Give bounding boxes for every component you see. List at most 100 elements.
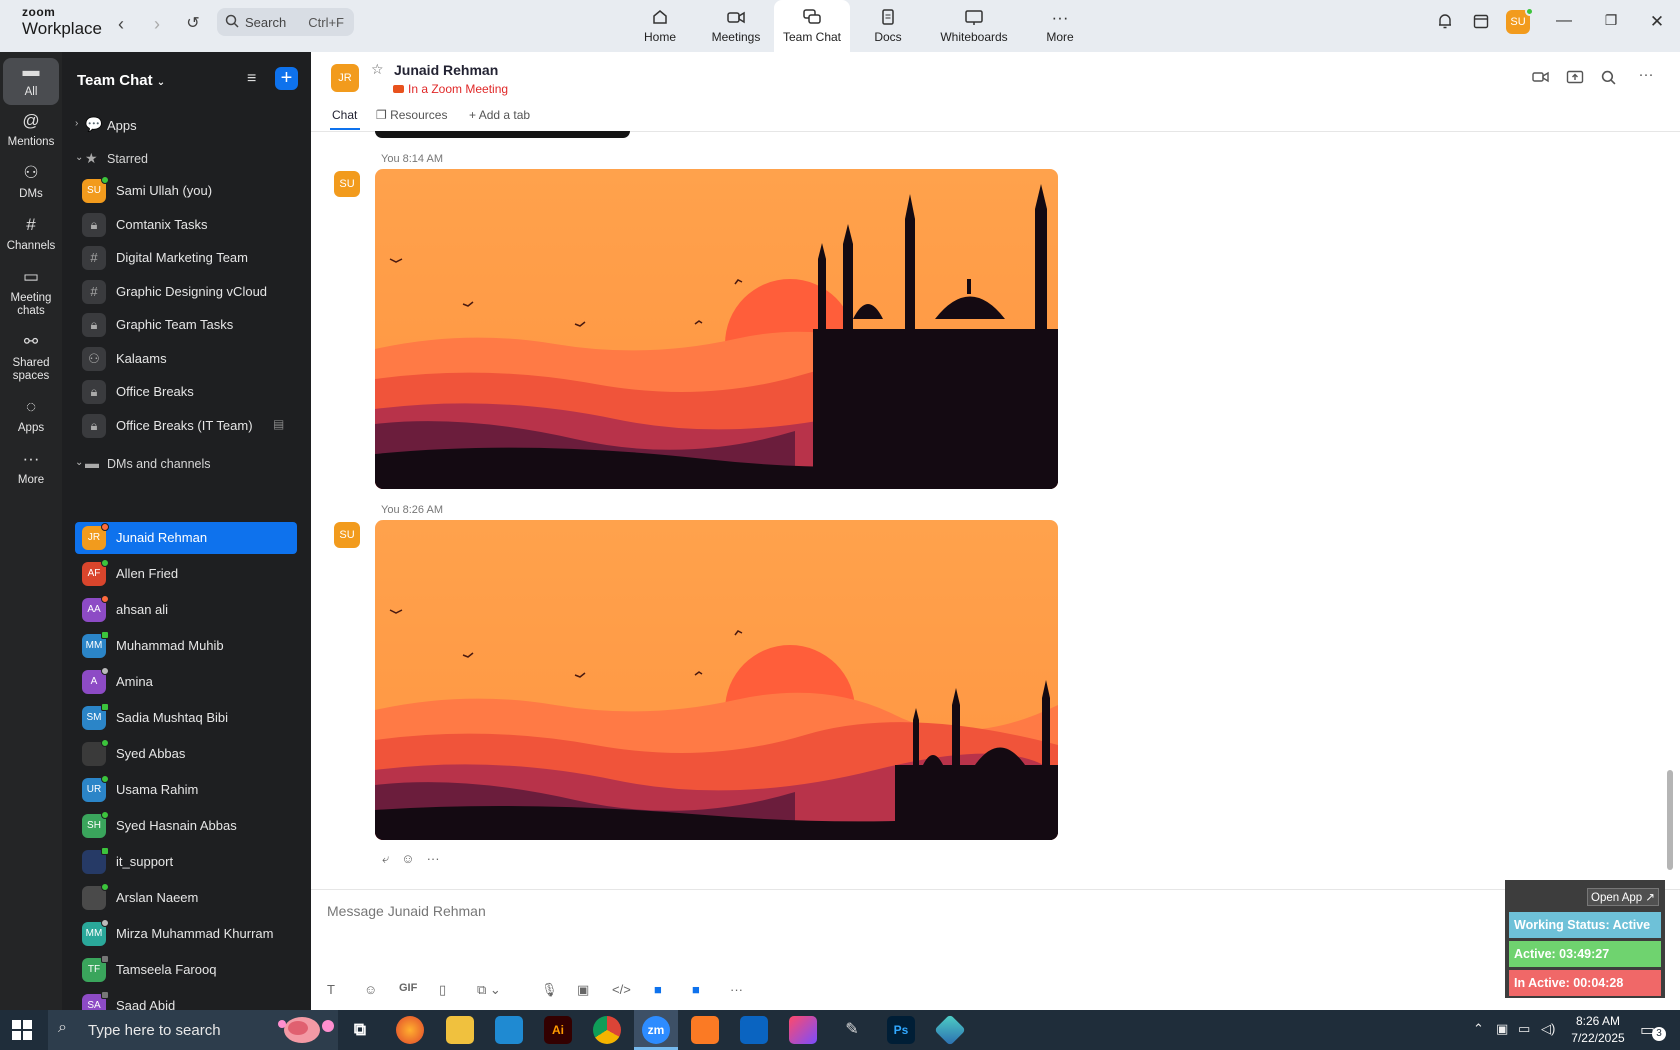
minimize-icon[interactable]: — [1552, 12, 1576, 36]
message-avatar[interactable]: SU [334, 171, 360, 197]
speaker-icon[interactable]: ◁) [1541, 1021, 1555, 1037]
notification-center-icon[interactable]: ▭ 3 [1640, 1020, 1666, 1041]
message-input[interactable] [327, 898, 1477, 924]
chrome-icon[interactable] [593, 1016, 621, 1044]
dm-item[interactable]: SH Syed Hasnain Abbas [75, 810, 297, 842]
dm-item[interactable]: JR Junaid Rehman [75, 522, 297, 554]
reply-icon[interactable]: ⤶ [382, 851, 389, 866]
dm-item[interactable]: Arslan Naeem [75, 882, 297, 914]
tab-meetings[interactable]: Meetings [698, 0, 774, 52]
taskbar-search[interactable]: ⌕ Type here to search [48, 1010, 338, 1050]
dm-item[interactable]: AA ahsan ali [75, 594, 297, 626]
text-format-icon[interactable]: T [327, 982, 335, 997]
tab-whiteboards[interactable]: Whiteboards [926, 0, 1022, 52]
bell-icon[interactable] [1433, 12, 1457, 36]
app-blue-icon-2[interactable]: ■ [692, 982, 700, 997]
message-avatar[interactable]: SU [334, 522, 360, 548]
starred-item[interactable]: 🔒︎ Office Breaks [75, 376, 297, 408]
message-image[interactable] [375, 520, 1058, 840]
outlook-icon[interactable] [740, 1016, 768, 1044]
star-icon[interactable]: ☆ [371, 61, 384, 78]
firefox-icon[interactable] [396, 1016, 424, 1044]
previous-message-image[interactable] [375, 131, 630, 138]
starred-item[interactable]: # Digital Marketing Team [75, 242, 297, 274]
search-box[interactable]: Search Ctrl+F [217, 8, 354, 36]
creative-cloud-icon[interactable] [789, 1016, 817, 1044]
history-icon[interactable]: ↺ [182, 13, 204, 35]
rail-apps[interactable]: ◌ Apps [3, 398, 59, 435]
rail-meeting-chats[interactable]: ▭ Meeting chats [3, 268, 59, 318]
app-blue-icon-1[interactable]: ■ [654, 982, 662, 997]
filter-icon[interactable]: ≡ [247, 70, 256, 88]
open-app-button[interactable]: Open App ↗ [1587, 888, 1659, 906]
screenshot-icon[interactable]: ⧉ ⌄ [477, 982, 501, 998]
dm-item[interactable]: it_support [75, 846, 297, 878]
search-icon[interactable] [1598, 70, 1618, 89]
scrollbar-thumb[interactable] [1667, 770, 1673, 870]
share-screen-icon[interactable] [1565, 70, 1585, 88]
rail-dms[interactable]: ⚇ DMs [3, 164, 59, 201]
illustrator-icon[interactable]: Ai [544, 1016, 572, 1044]
dm-item[interactable]: UR Usama Rahim [75, 774, 297, 806]
tab-team-chat[interactable]: Team Chat [774, 0, 850, 52]
back-arrow-icon[interactable]: ‹ [110, 13, 132, 35]
starred-item[interactable]: ⚇ Kalaams [75, 343, 297, 375]
tab-home[interactable]: Home [622, 0, 698, 52]
more-tools-icon[interactable]: ··· [730, 982, 743, 997]
contact-avatar[interactable]: JR [331, 64, 359, 92]
rail-more[interactable]: ··· More [3, 450, 59, 487]
video-message-icon[interactable]: ▣ [577, 982, 589, 998]
starred-item[interactable]: # Graphic Designing vCloud [75, 276, 297, 308]
message-image[interactable] [375, 169, 1058, 489]
microphone-icon[interactable]: 🎙 [541, 982, 558, 998]
file-icon[interactable]: ▯ [439, 982, 446, 998]
user-avatar[interactable]: SU [1506, 7, 1534, 34]
tab-docs[interactable]: Docs [850, 0, 926, 52]
dm-item[interactable]: MM Muhammad Muhib [75, 630, 297, 662]
restore-icon[interactable]: ❐ [1599, 12, 1623, 36]
starred-item[interactable]: SU Sami Ullah (you) [75, 175, 297, 207]
starred-item[interactable]: 🔒︎ Comtanix Tasks [75, 209, 297, 241]
xampp-icon[interactable] [691, 1016, 719, 1044]
video-call-icon[interactable] [1531, 70, 1551, 88]
more-options-icon[interactable]: ··· [1636, 66, 1656, 83]
contact-name[interactable]: Junaid Rehman [394, 62, 498, 78]
task-view-icon[interactable]: ⧉ [346, 1016, 374, 1044]
section-starred[interactable]: ⌄ ★ Starred [75, 143, 297, 175]
pen-tool-icon[interactable]: ✎ [838, 1016, 866, 1044]
emoji-reaction-icon[interactable]: ☺ [401, 851, 414, 866]
tab-resources[interactable]: ❐ Resources [376, 108, 447, 122]
calendar-icon[interactable] [1469, 12, 1493, 36]
sidebar-title[interactable]: Team Chat ⌄ [77, 72, 165, 89]
section-dms-channels[interactable]: ⌄ ▬ DMs and channels [75, 448, 297, 480]
close-icon[interactable]: ✕ [1645, 12, 1669, 36]
file-explorer-icon[interactable] [446, 1016, 474, 1044]
windows-start-icon[interactable] [12, 1020, 32, 1040]
add-button[interactable]: + [275, 67, 298, 90]
rail-channels[interactable]: # Channels [3, 216, 59, 253]
dm-item[interactable]: AF Allen Fried [75, 558, 297, 590]
tab-more[interactable]: ··· More [1022, 0, 1098, 52]
tab-add[interactable]: + Add a tab [469, 108, 530, 122]
rail-all[interactable]: ▬ All [3, 58, 59, 105]
more-actions-icon[interactable]: ··· [427, 851, 440, 866]
dm-item[interactable]: SM Sadia Mushtaq Bibi [75, 702, 297, 734]
dm-item[interactable]: MM Mirza Muhammad Khurram [75, 918, 297, 950]
rail-shared-spaces[interactable]: ⚯ Shared spaces [3, 333, 59, 383]
dm-item[interactable]: A Amina [75, 666, 297, 698]
vscode-icon[interactable] [495, 1016, 523, 1044]
tab-chat[interactable]: Chat [332, 108, 357, 122]
network-icon[interactable]: ▣ [1496, 1021, 1508, 1037]
code-snippet-icon[interactable]: </> [612, 982, 631, 997]
wifi-icon[interactable]: ▭ [1518, 1021, 1530, 1037]
emoji-icon[interactable]: ☺ [364, 982, 377, 997]
zoom-icon[interactable]: zm [642, 1016, 670, 1044]
section-apps[interactable]: › 💬 Apps [75, 109, 297, 141]
starred-item[interactable]: 🔒︎ Office Breaks (IT Team) ▤ [75, 410, 297, 442]
dm-item[interactable]: TF Tamseela Farooq [75, 954, 297, 986]
starred-item[interactable]: 🔒︎ Graphic Team Tasks [75, 309, 297, 341]
gif-button[interactable]: GIF [399, 982, 417, 994]
chevron-up-icon[interactable]: ⌃ [1473, 1021, 1484, 1037]
forward-arrow-icon[interactable]: › [146, 13, 168, 35]
photoshop-icon[interactable]: Ps [887, 1016, 915, 1044]
